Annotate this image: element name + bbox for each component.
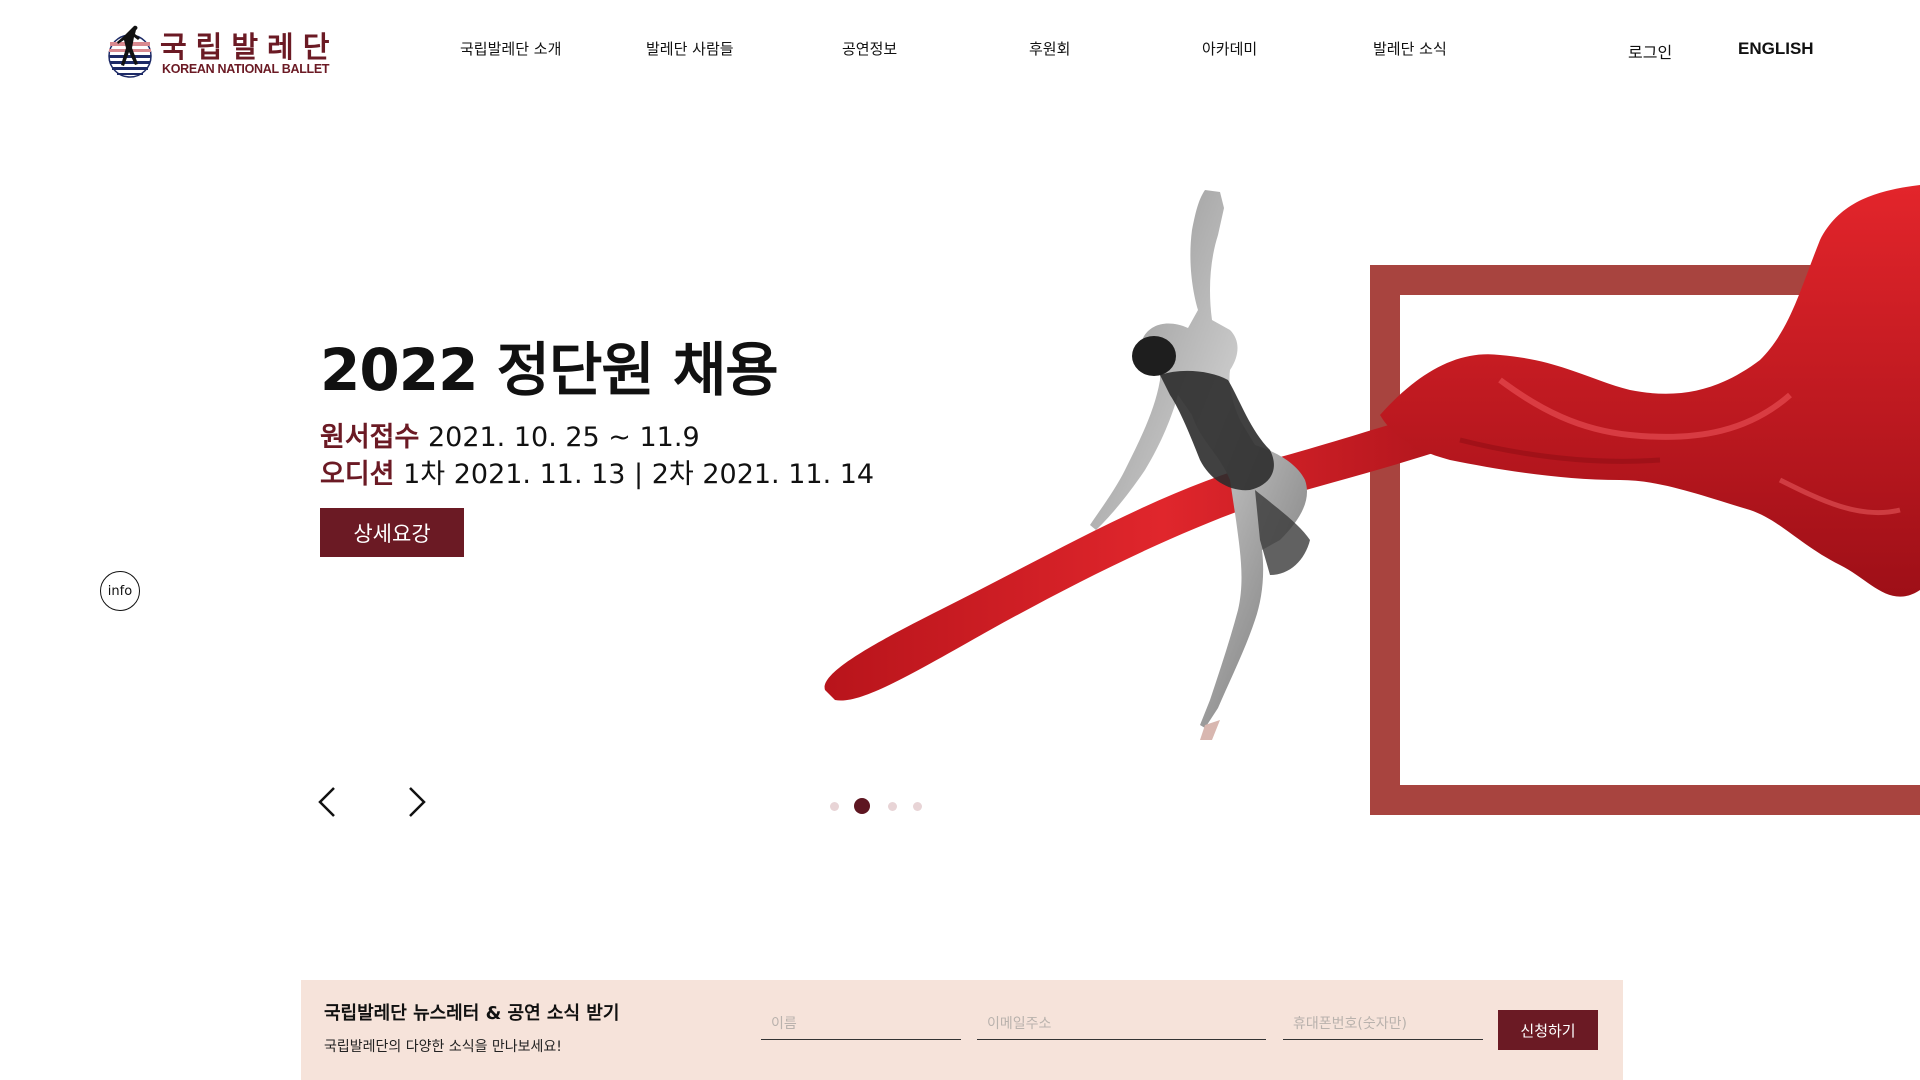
application-period: 원서접수 2021. 10. 25 ~ 11.9	[320, 415, 700, 454]
audition-dates: 오디션 1차 2021. 11. 13 | 2차 2021. 11. 14	[320, 452, 874, 491]
slider-dot-4[interactable]	[913, 802, 922, 811]
slider-dot-2[interactable]	[854, 798, 870, 814]
name-input[interactable]	[761, 1008, 961, 1040]
nav-item-news[interactable]: 발레단 소식	[1373, 38, 1447, 59]
audition-label: 오디션	[320, 459, 395, 490]
subscribe-button[interactable]: 신청하기	[1498, 1010, 1598, 1050]
slider-dot-1[interactable]	[830, 802, 839, 811]
nav-item-about[interactable]: 국립발레단 소개	[460, 38, 561, 59]
logo-english-text: KOREAN NATIONAL BALLET	[162, 62, 330, 76]
phone-input[interactable]	[1283, 1008, 1483, 1040]
slider-dot-3[interactable]	[888, 802, 897, 811]
email-input[interactable]	[977, 1008, 1266, 1040]
page: 국립발레단 KOREAN NATIONAL BALLET 국립발레단 소개 발레…	[0, 0, 1920, 1080]
newsletter-subtitle: 국립발레단의 다양한 소식을 만나보세요!	[324, 1039, 562, 1055]
nav-item-people[interactable]: 발레단 사람들	[646, 38, 734, 59]
nav-item-sponsors[interactable]: 후원회	[1029, 38, 1070, 59]
nav-item-academy[interactable]: 아카데미	[1202, 38, 1257, 59]
audition-values: 1차 2021. 11. 13 | 2차 2021. 11. 14	[394, 459, 875, 490]
english-link[interactable]: ENGLISH	[1738, 39, 1814, 59]
newsletter-bar: 국립발레단 뉴스레터 & 공연 소식 받기 국립발레단의 다양한 소식을 만나보…	[301, 980, 1623, 1080]
info-button[interactable]: info	[100, 571, 140, 611]
hero-title: 2022 정단원 채용	[320, 336, 779, 404]
chevron-right-icon[interactable]	[402, 782, 432, 822]
newsletter-title: 국립발레단 뉴스레터 & 공연 소식 받기	[324, 1003, 620, 1024]
detail-button[interactable]: 상세요강	[320, 508, 464, 557]
chevron-left-icon[interactable]	[312, 782, 342, 822]
nav-item-performances[interactable]: 공연정보	[842, 38, 897, 59]
slider-pagination	[830, 797, 930, 815]
hero-image-dancer	[824, 185, 1920, 740]
login-link[interactable]: 로그인	[1628, 39, 1672, 63]
site-header: 국립발레단 KOREAN NATIONAL BALLET 국립발레단 소개 발레…	[0, 0, 1920, 100]
application-dates: 2021. 10. 25 ~ 11.9	[419, 422, 700, 453]
application-label: 원서접수	[320, 422, 420, 453]
